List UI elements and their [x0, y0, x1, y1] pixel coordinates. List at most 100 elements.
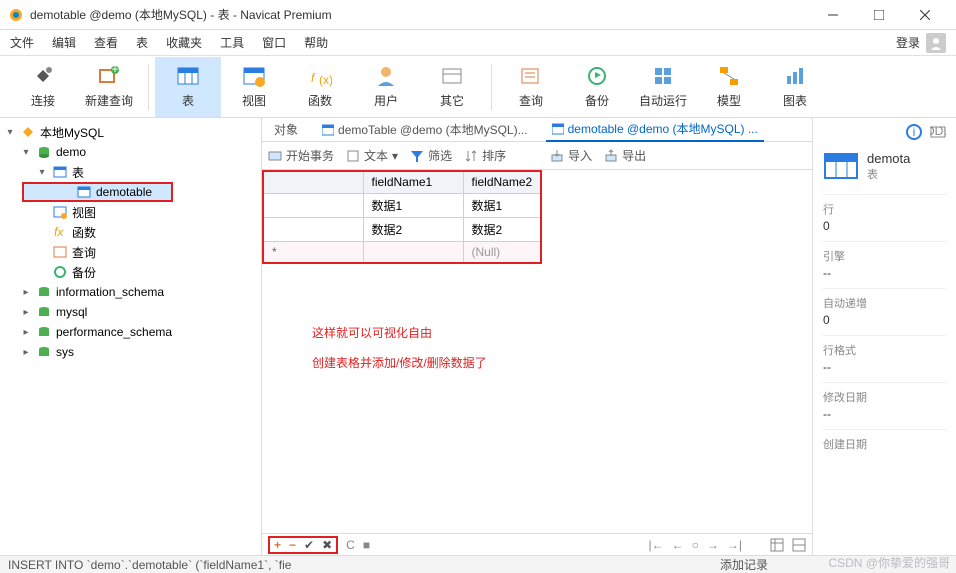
text-button[interactable]: 文本▾ — [346, 147, 398, 164]
tab-objects[interactable]: 对象 — [268, 118, 304, 142]
function-icon: f(x) — [308, 64, 332, 88]
tree-conn[interactable]: ▾本地MySQL — [0, 122, 261, 142]
maximize-button[interactable] — [856, 0, 902, 30]
prop-type: 表 — [867, 166, 910, 182]
table-icon — [176, 64, 200, 88]
cancel-button[interactable]: ✖ — [322, 538, 332, 552]
prev-page-button[interactable]: ← — [672, 538, 684, 552]
tree-queries[interactable]: 查询 — [0, 242, 261, 262]
tree-views[interactable]: 视图 — [0, 202, 261, 222]
status-sql: INSERT INTO `demo`.`demotable` (`fieldNa… — [8, 558, 291, 572]
menu-edit[interactable]: 编辑 — [52, 34, 76, 51]
query-button[interactable]: 查询 — [498, 57, 564, 117]
filter-button[interactable]: 筛选 — [410, 147, 452, 164]
newquery-button[interactable]: + 新建查询 — [76, 57, 142, 117]
titlebar: demotable @demo (本地MySQL) - 表 - Navicat … — [0, 0, 956, 30]
tree-table-demotable[interactable]: demotable — [22, 182, 173, 202]
menu-table[interactable]: 表 — [136, 34, 148, 51]
watermark: CSDN @你挚爱的强哥 — [828, 554, 950, 571]
view-button[interactable]: 视图 — [221, 57, 287, 117]
export-button[interactable]: 导出 — [604, 147, 646, 164]
add-row-button[interactable]: + — [274, 538, 281, 552]
table-icon — [552, 123, 564, 135]
tree-tables[interactable]: ▾表 — [0, 162, 261, 182]
menu-tools[interactable]: 工具 — [220, 34, 244, 51]
menu-view[interactable]: 查看 — [94, 34, 118, 51]
close-button[interactable] — [902, 0, 948, 30]
function-button[interactable]: f(x) 函数 — [287, 57, 353, 117]
grid-footer-tools: + − ✔ ✖ C ■ |← ← ○ → →| — [262, 533, 812, 555]
user-icon — [374, 64, 398, 88]
backup-button[interactable]: 备份 — [564, 57, 630, 117]
window-title: demotable @demo (本地MySQL) - 表 - Navicat … — [30, 6, 810, 23]
tree-functions[interactable]: fx函数 — [0, 222, 261, 242]
chart-icon — [783, 64, 807, 88]
remove-row-button[interactable]: − — [289, 538, 296, 552]
db-tree[interactable]: ▾本地MySQL ▾demo ▾表 demotable 视图 fx函数 查询 备… — [0, 118, 262, 555]
menu-help[interactable]: 帮助 — [304, 34, 328, 51]
table-row[interactable]: 数据2数据2 — [263, 217, 541, 241]
page-input[interactable]: ○ — [692, 538, 699, 552]
refresh-button[interactable]: C — [346, 538, 355, 552]
other-button[interactable]: 其它 — [419, 57, 485, 117]
menu-file[interactable]: 文件 — [10, 34, 34, 51]
tree-db-demo[interactable]: ▾demo — [0, 142, 261, 162]
tab-toolbar: 开始事务 文本▾ 筛选 排序 导入 导出 — [262, 142, 812, 170]
login-button[interactable]: 登录 — [896, 33, 946, 53]
info-icon[interactable]: i — [906, 124, 922, 140]
plug-icon — [31, 64, 55, 88]
menu-fav[interactable]: 收藏夹 — [166, 34, 202, 51]
statusbar: INSERT INTO `demo`.`demotable` (`fieldNa… — [0, 555, 956, 573]
tree-db-infoschema[interactable]: ▸information_schema — [0, 282, 261, 302]
table-row-new[interactable]: *(Null) — [263, 241, 541, 263]
svg-text:(x): (x) — [319, 73, 332, 87]
col-header[interactable]: fieldName1 — [363, 171, 463, 193]
svg-text:+: + — [111, 64, 118, 76]
toolbar: 连接 + 新建查询 表 视图 f(x) 函数 用户 其它 查询 备份 自动运行 … — [0, 56, 956, 118]
tree-db-sys[interactable]: ▸sys — [0, 342, 261, 362]
gridview-button[interactable] — [770, 538, 784, 552]
col-header[interactable]: fieldName2 — [463, 171, 541, 193]
data-grid[interactable]: fieldName1fieldName2 数据1数据1 数据2数据2 *(Nul… — [262, 170, 542, 264]
first-page-button[interactable]: |← — [649, 538, 664, 552]
connect-button[interactable]: 连接 — [10, 57, 76, 117]
sort-button[interactable]: 排序 — [464, 147, 506, 164]
tab-demotable[interactable]: demotable @demo (本地MySQL) ... — [546, 118, 764, 142]
tree-db-mysql[interactable]: ▸mysql — [0, 302, 261, 322]
autorun-button[interactable]: 自动运行 — [630, 57, 696, 117]
table-icon — [823, 148, 859, 184]
import-button[interactable]: 导入 — [550, 147, 592, 164]
view-icon — [242, 64, 266, 88]
model-button[interactable]: 模型 — [696, 57, 762, 117]
svg-text:DDL: DDL — [930, 124, 946, 138]
user-button[interactable]: 用户 — [353, 57, 419, 117]
apply-button[interactable]: ✔ — [304, 538, 314, 552]
status-addrec: 添加记录 — [720, 556, 768, 573]
tree-backups[interactable]: 备份 — [0, 262, 261, 282]
chart-button[interactable]: 图表 — [762, 57, 828, 117]
next-page-button[interactable]: → — [707, 538, 719, 552]
tree-db-perfschema[interactable]: ▸performance_schema — [0, 322, 261, 342]
formview-button[interactable] — [792, 538, 806, 552]
table-row[interactable]: 数据1数据1 — [263, 193, 541, 217]
stop-button[interactable]: ■ — [363, 538, 370, 552]
last-page-button[interactable]: →| — [727, 538, 742, 552]
menubar: 文件 编辑 查看 表 收藏夹 工具 窗口 帮助 登录 — [0, 30, 956, 56]
table-button[interactable]: 表 — [155, 57, 221, 117]
table-icon — [322, 124, 334, 136]
menu-window[interactable]: 窗口 — [262, 34, 286, 51]
begin-tx-button[interactable]: 开始事务 — [268, 147, 334, 164]
query-icon — [519, 64, 543, 88]
content-area: 对象 demoTable @demo (本地MySQL)... demotabl… — [262, 118, 812, 555]
tab-demoTable[interactable]: demoTable @demo (本地MySQL)... — [316, 118, 534, 142]
svg-text:fx: fx — [54, 225, 64, 239]
ddl-icon[interactable]: DDL — [930, 124, 946, 140]
model-icon — [717, 64, 741, 88]
other-icon — [440, 64, 464, 88]
avatar-icon — [926, 33, 946, 53]
svg-text:f: f — [311, 71, 316, 85]
minimize-button[interactable] — [810, 0, 856, 30]
property-panel: i DDL demota 表 行0 引擎-- 自动递增0 行格式-- 修改日期-… — [812, 118, 956, 555]
app-icon — [8, 7, 24, 23]
backup-icon — [585, 64, 609, 88]
